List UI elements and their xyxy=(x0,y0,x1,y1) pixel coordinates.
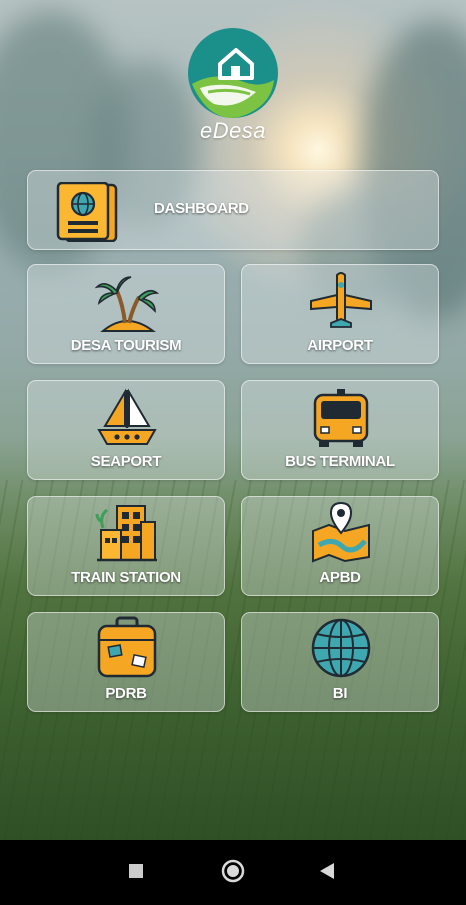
bi-label: BI xyxy=(332,685,348,702)
square-icon xyxy=(129,864,143,878)
train-station-button[interactable]: TRAIN STATION xyxy=(27,496,225,596)
globe-icon xyxy=(311,618,371,678)
bus-terminal-label: BUS TERMINAL xyxy=(285,453,395,470)
airport-label: AIRPORT xyxy=(307,337,373,354)
suitcase-icon xyxy=(97,616,157,678)
sailboat-icon xyxy=(97,388,157,445)
dashboard-label: DASHBOARD xyxy=(154,200,249,217)
map-pin-icon xyxy=(312,501,370,563)
train-station-label: TRAIN STATION xyxy=(71,569,181,586)
triangle-back-icon xyxy=(320,863,334,879)
circle-icon xyxy=(221,859,245,883)
apbd-label: APBD xyxy=(319,569,361,586)
back-button[interactable] xyxy=(298,840,358,900)
passport-icon xyxy=(56,182,118,242)
desa-tourism-button[interactable]: DESA TOURISM xyxy=(27,264,225,364)
palm-island-icon xyxy=(95,276,159,332)
seaport-label: SEAPORT xyxy=(90,453,162,470)
recent-apps-button[interactable] xyxy=(107,840,167,900)
bi-button[interactable]: BI xyxy=(241,612,439,712)
city-buildings-icon xyxy=(95,505,157,562)
seaport-button[interactable]: SEAPORT xyxy=(27,380,225,480)
airport-button[interactable]: AIRPORT xyxy=(241,264,439,364)
pdrb-label: PDRB xyxy=(105,685,147,702)
bus-terminal-button[interactable]: BUS TERMINAL xyxy=(241,380,439,480)
bus-icon xyxy=(313,389,369,447)
desa-tourism-label: DESA TOURISM xyxy=(70,337,182,354)
apbd-button[interactable]: APBD xyxy=(241,496,439,596)
airplane-icon xyxy=(310,272,372,328)
system-navigation-bar xyxy=(0,840,466,900)
home-button[interactable] xyxy=(203,840,263,900)
dashboard-button[interactable]: DASHBOARD xyxy=(27,170,439,250)
app-name: eDesa xyxy=(199,118,267,143)
edesa-logo xyxy=(188,28,278,118)
pdrb-button[interactable]: PDRB xyxy=(27,612,225,712)
